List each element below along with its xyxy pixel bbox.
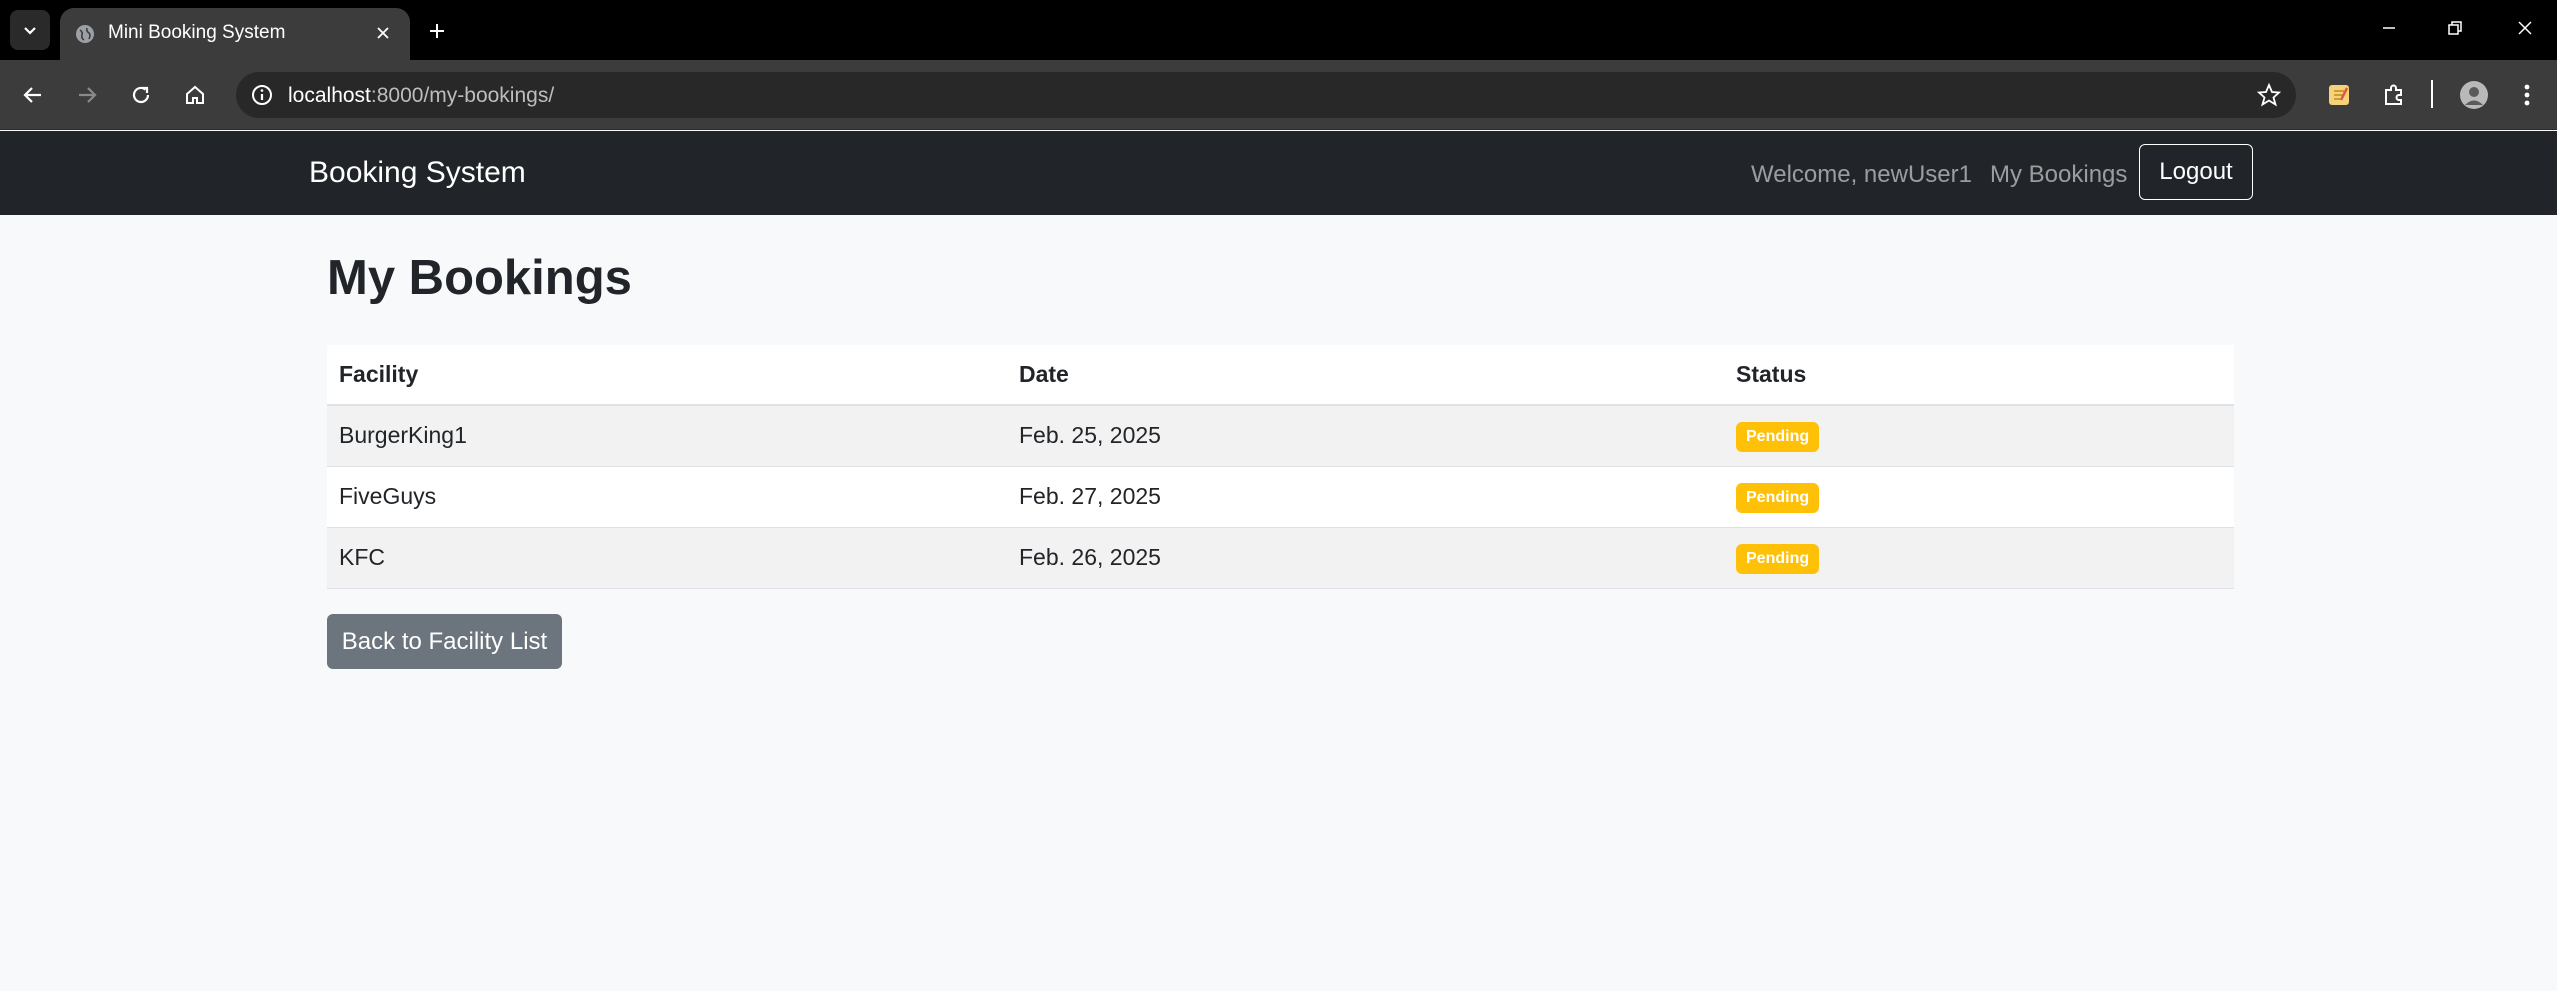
date-cell: Feb. 27, 2025 [1007, 466, 1724, 528]
nav-link-my-bookings[interactable]: My Bookings [1990, 161, 2127, 189]
column-header-facility: Facility [327, 345, 1007, 406]
url-text[interactable]: localhost:8000/my-bookings/ [288, 84, 554, 108]
browser-menu-button[interactable] [2510, 78, 2544, 112]
avatar-icon [2460, 81, 2488, 109]
minimize-button[interactable] [2366, 8, 2412, 48]
browser-tab-active[interactable]: Mini Booking System [60, 8, 410, 60]
status-cell: Pending [1724, 527, 2234, 589]
tab-search-button[interactable] [10, 10, 50, 50]
facility-cell: KFC [327, 527, 1007, 589]
table-header-row: Facility Date Status [327, 345, 2234, 406]
close-icon [377, 27, 389, 39]
more-vert-icon [2524, 84, 2530, 106]
toolbar-divider [2431, 80, 2433, 108]
close-window-button[interactable] [2502, 8, 2548, 48]
minimize-icon [2383, 27, 2395, 29]
tab-title: Mini Booking System [108, 22, 286, 43]
table-row: BurgerKing1 Feb. 25, 2025 Pending [327, 405, 2234, 467]
notepad-icon [2329, 85, 2349, 105]
date-cell: Feb. 26, 2025 [1007, 527, 1724, 589]
url-path: :8000/my-bookings/ [370, 84, 555, 107]
date-cell: Feb. 25, 2025 [1007, 405, 1724, 467]
browser-tabstrip: Mini Booking System [0, 0, 2557, 60]
close-icon [2518, 21, 2532, 35]
globe-icon [76, 25, 94, 43]
info-icon[interactable] [250, 83, 274, 107]
reload-icon [132, 86, 150, 104]
profile-button[interactable] [2457, 78, 2491, 112]
table-row: FiveGuys Feb. 27, 2025 Pending [327, 466, 2234, 528]
home-icon [186, 85, 204, 104]
puzzle-icon [2385, 84, 2402, 105]
logout-button[interactable]: Logout [2139, 144, 2253, 200]
arrow-left-icon [23, 87, 41, 103]
forward-nav-button[interactable] [66, 74, 108, 116]
status-cell: Pending [1724, 466, 2234, 528]
reload-button[interactable] [120, 74, 162, 116]
back-nav-button[interactable] [12, 74, 54, 116]
page-title: My Bookings [327, 251, 632, 305]
tab-close-button[interactable] [370, 20, 396, 46]
status-badge: Pending [1736, 543, 1820, 574]
chevron-down-icon [24, 27, 36, 35]
welcome-text: Welcome, newUser1 [1751, 161, 1972, 188]
back-to-facility-list-button[interactable]: Back to Facility List [327, 614, 562, 669]
restore-icon [2448, 21, 2462, 35]
bookings-table: Facility Date Status BurgerKing1 Feb. 25… [327, 345, 2234, 589]
browser-toolbar: localhost:8000/my-bookings/ [0, 60, 2557, 130]
star-icon[interactable] [2256, 82, 2282, 108]
restore-button[interactable] [2432, 8, 2478, 48]
home-button[interactable] [174, 74, 216, 116]
facility-cell: BurgerKing1 [327, 405, 1007, 467]
table-row: KFC Feb. 26, 2025 Pending [327, 527, 2234, 589]
status-badge: Pending [1736, 421, 1820, 452]
arrow-right-icon [79, 87, 97, 103]
extension-notes-icon[interactable] [2322, 78, 2356, 112]
extensions-button[interactable] [2377, 78, 2411, 112]
status-badge: Pending [1736, 482, 1820, 513]
app-navbar: Booking System Welcome, newUser1 My Book… [0, 131, 2557, 215]
facility-cell: FiveGuys [327, 466, 1007, 528]
status-cell: Pending [1724, 405, 2234, 467]
plus-icon [430, 24, 444, 38]
navbar-brand[interactable]: Booking System [309, 156, 526, 190]
address-bar[interactable]: localhost:8000/my-bookings/ [236, 72, 2296, 118]
new-tab-button[interactable] [420, 14, 454, 48]
column-header-status: Status [1724, 345, 2234, 406]
column-header-date: Date [1007, 345, 1724, 406]
url-host: localhost [288, 84, 371, 107]
